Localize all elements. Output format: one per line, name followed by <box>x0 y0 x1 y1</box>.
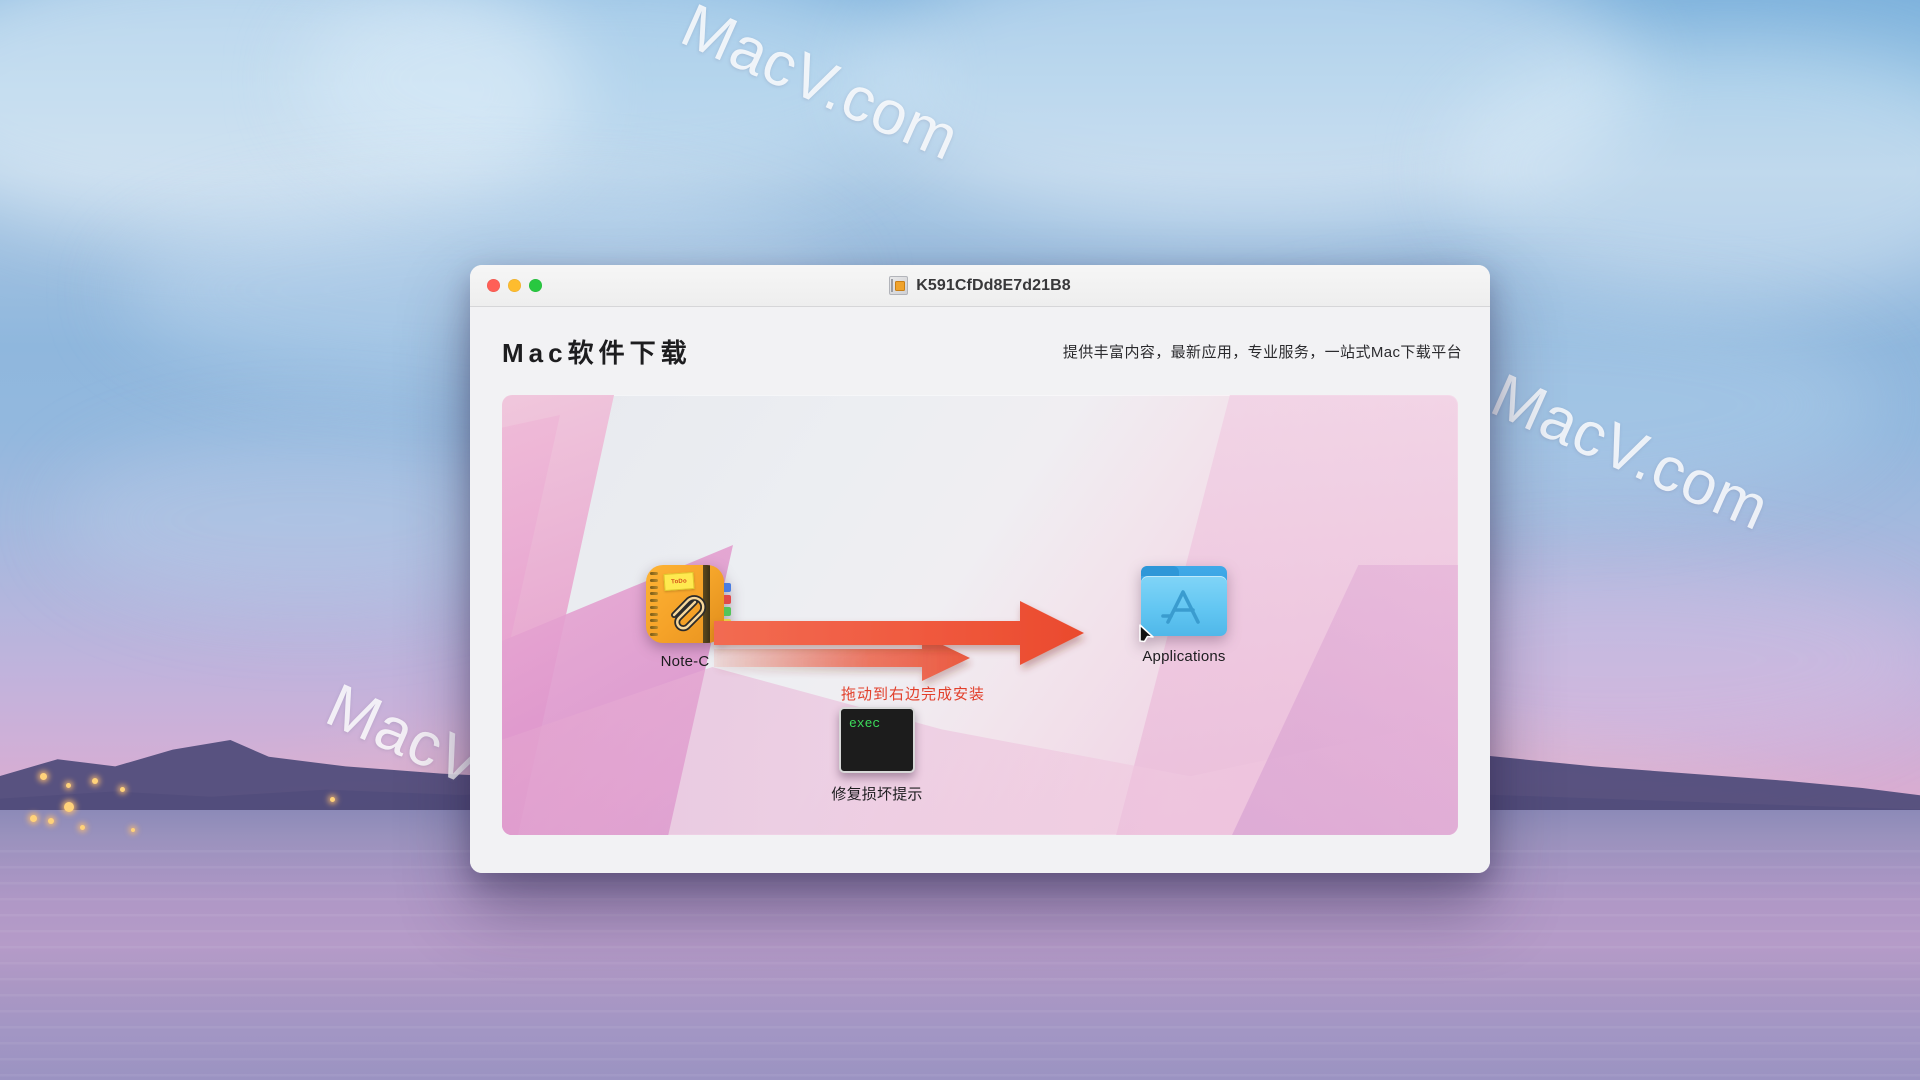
terminal-exec-icon: exec <box>839 707 915 773</box>
notebook-rings-icon <box>650 572 658 636</box>
drag-instruction-label: 拖动到右边完成安装 <box>840 686 985 703</box>
applications-folder-item[interactable]: Applications <box>1109 563 1259 665</box>
cloud-bloom <box>860 0 1640 230</box>
applications-folder-icon <box>1139 566 1227 643</box>
cloud-bloom <box>0 0 580 240</box>
close-button[interactable] <box>487 279 500 292</box>
page-subtitle: 提供丰富内容，最新应用，专业服务，一站式Mac下载平台 <box>1062 343 1462 361</box>
city-light <box>40 773 47 780</box>
dmg-installer-window: K591CfDd8E7d21B8 Mac软件下载 提供丰富内容，最新应用，专业服… <box>470 265 1490 873</box>
city-light <box>66 783 71 788</box>
city-light <box>64 802 74 812</box>
cloud-bloom <box>1450 40 1920 300</box>
city-light <box>330 797 335 802</box>
city-light <box>92 778 98 784</box>
destination-name-label: Applications <box>1142 648 1226 665</box>
minimize-button[interactable] <box>508 279 521 292</box>
repair-tool-item[interactable]: exec 修复损坏提示 <box>802 707 952 804</box>
city-light <box>30 815 37 822</box>
sticky-note-icon: ToDo <box>663 571 695 592</box>
zoom-button[interactable] <box>529 279 542 292</box>
repair-tool-label: 修复损坏提示 <box>831 786 923 803</box>
watermark-top: MacV.com <box>671 0 970 174</box>
window-titlebar[interactable]: K591CfDd8E7d21B8 <box>470 265 1490 307</box>
city-light <box>120 787 125 792</box>
brand-header: Mac软件下载 提供丰富内容，最新应用，专业服务，一站式Mac下载平台 <box>470 307 1490 395</box>
folder-tab <box>1141 566 1179 576</box>
watermark-right: MacV.com <box>1481 360 1780 544</box>
paperclip-icon <box>671 595 707 632</box>
window-content: Mac软件下载 提供丰富内容，最新应用，专业服务，一站式Mac下载平台 ToDo… <box>470 307 1490 873</box>
desktop-wallpaper: MacV.com MacV.com MacV.com K591CfDd8E7d2… <box>0 0 1920 1080</box>
window-title: K591CfDd8E7d21B8 <box>916 276 1071 294</box>
install-drop-panel: ToDo Note-C 拖动到右边完成安装 Applications exec … <box>502 395 1458 835</box>
city-light <box>131 828 135 832</box>
terminal-command-text: exec <box>849 716 881 731</box>
alias-arrow-badge-icon <box>1139 624 1154 643</box>
city-light <box>80 825 85 830</box>
window-title-group: K591CfDd8E7d21B8 <box>470 276 1490 295</box>
traffic-light-group <box>487 279 542 292</box>
page-title: Mac软件下载 <box>502 337 692 368</box>
disk-image-icon <box>889 276 909 295</box>
city-light <box>48 818 54 824</box>
